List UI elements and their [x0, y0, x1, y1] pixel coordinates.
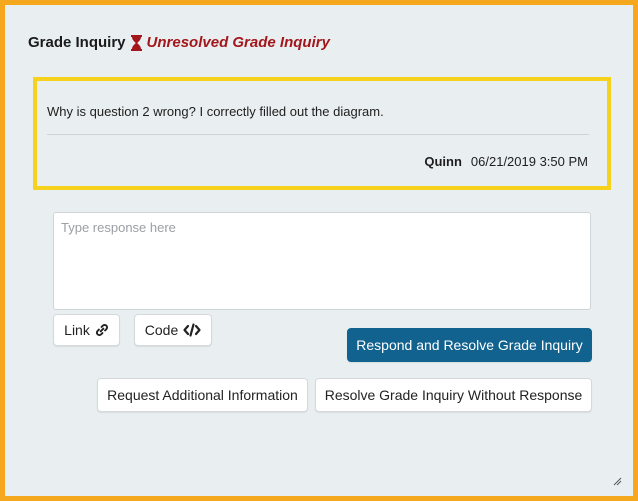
insert-code-label: Code: [144, 322, 179, 338]
message-meta: Quinn 06/21/2019 3:50 PM: [424, 154, 588, 169]
message-timestamp: 06/21/2019 3:50 PM: [470, 154, 588, 169]
grade-inquiry-header: Grade Inquiry Unresolved Grade Inquiry: [28, 34, 330, 52]
hourglass-icon: [130, 35, 142, 51]
message-author: Quinn: [424, 154, 462, 169]
response-textarea[interactable]: [53, 212, 591, 310]
divider: [47, 134, 589, 135]
respond-and-resolve-button[interactable]: Respond and Resolve Grade Inquiry: [347, 328, 592, 362]
link-icon: [95, 324, 108, 336]
resolve-without-response-button[interactable]: Resolve Grade Inquiry Without Response: [315, 378, 592, 412]
status-label: Unresolved Grade Inquiry: [146, 34, 330, 51]
insert-link-button[interactable]: Link: [53, 314, 120, 346]
insert-code-button[interactable]: Code: [134, 314, 212, 346]
inquiry-message-card: Why is question 2 wrong? I correctly fil…: [33, 77, 611, 190]
grade-inquiry-panel: Grade Inquiry Unresolved Grade Inquiry W…: [0, 0, 638, 501]
grade-inquiry-title: Grade Inquiry: [28, 34, 126, 51]
insert-link-label: Link: [64, 322, 90, 338]
inquiry-message-text: Why is question 2 wrong? I correctly fil…: [47, 104, 384, 119]
code-icon: [183, 323, 201, 337]
resize-grip-icon[interactable]: [612, 476, 622, 486]
request-additional-info-button[interactable]: Request Additional Information: [97, 378, 308, 412]
